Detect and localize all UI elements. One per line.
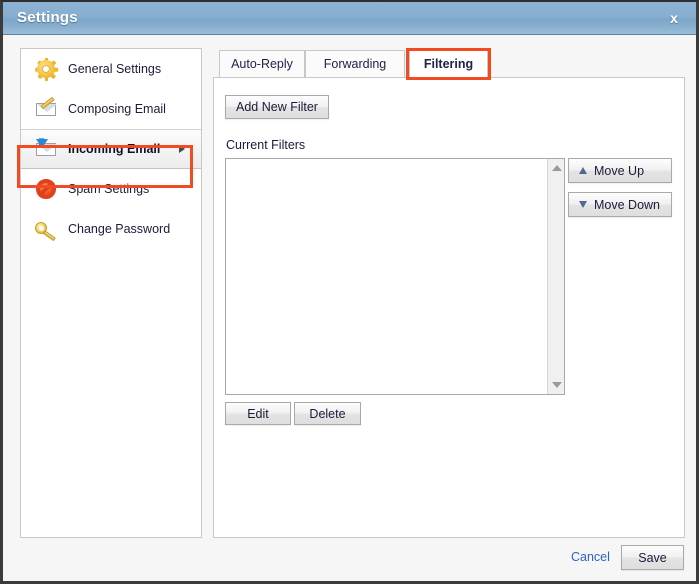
sidebar-item-label: Composing Email <box>68 102 166 116</box>
prohibition-icon <box>35 178 57 200</box>
add-new-filter-label: Add New Filter <box>236 100 318 114</box>
edit-label: Edit <box>247 406 269 421</box>
current-filters-list[interactable] <box>225 158 565 395</box>
cancel-button[interactable]: Cancel <box>571 550 610 564</box>
envelope-pencil-icon <box>35 96 57 120</box>
current-filters-label: Current Filters <box>226 138 306 152</box>
sidebar-item-label: Incoming Email <box>68 142 161 156</box>
add-new-filter-button[interactable]: Add New Filter <box>225 95 329 119</box>
sidebar-item-label: General Settings <box>68 62 162 76</box>
gear-icon <box>34 57 58 81</box>
tab-strip: Auto-Reply Forwarding Filtering <box>213 49 685 79</box>
move-up-label: Move Up <box>594 163 645 178</box>
move-down-label: Move Down <box>594 197 660 212</box>
title-bar: Settings x <box>3 2 696 35</box>
arrow-up-icon <box>579 167 587 174</box>
envelope-down-arrow-icon <box>35 138 57 160</box>
sidebar-item-change-password[interactable]: Change Password <box>21 209 201 249</box>
scroll-up-icon[interactable] <box>552 165 562 171</box>
sidebar-item-label: Spam Settings <box>68 182 150 196</box>
arrow-down-icon <box>579 201 587 208</box>
delete-button[interactable]: Delete <box>294 402 361 425</box>
settings-dialog: Settings x General Settings Composing Em… <box>0 0 699 584</box>
key-icon <box>35 218 57 242</box>
move-up-button[interactable]: Move Up <box>568 158 672 183</box>
tab-label: Forwarding <box>323 57 387 71</box>
sidebar-item-spam-settings[interactable]: Spam Settings <box>21 169 201 209</box>
save-button[interactable]: Save <box>621 545 684 570</box>
scroll-down-icon[interactable] <box>552 382 562 388</box>
tab-auto-reply[interactable]: Auto-Reply <box>219 50 305 78</box>
tab-content-filtering: Add New Filter Current Filters Move Up M… <box>213 77 685 538</box>
tab-label: Auto-Reply <box>231 57 293 71</box>
sidebar-item-general-settings[interactable]: General Settings <box>21 49 201 89</box>
sidebar-item-incoming-email[interactable]: Incoming Email <box>21 129 201 169</box>
delete-label: Delete <box>309 406 346 421</box>
move-down-button[interactable]: Move Down <box>568 192 672 217</box>
chevron-right-icon <box>179 145 185 153</box>
sidebar: General Settings Composing Email Incomin… <box>20 48 202 538</box>
edit-button[interactable]: Edit <box>225 402 291 425</box>
tab-label: Filtering <box>423 57 474 71</box>
sidebar-item-label: Change Password <box>68 222 171 236</box>
tab-forwarding[interactable]: Forwarding <box>305 50 405 78</box>
save-label: Save <box>638 550 667 565</box>
filters-list-scrollbar[interactable] <box>547 159 564 394</box>
close-icon[interactable]: x <box>664 9 684 27</box>
page-title: Settings <box>17 9 78 26</box>
sidebar-item-composing-email[interactable]: Composing Email <box>21 89 201 129</box>
tab-filtering[interactable]: Filtering <box>409 49 488 79</box>
